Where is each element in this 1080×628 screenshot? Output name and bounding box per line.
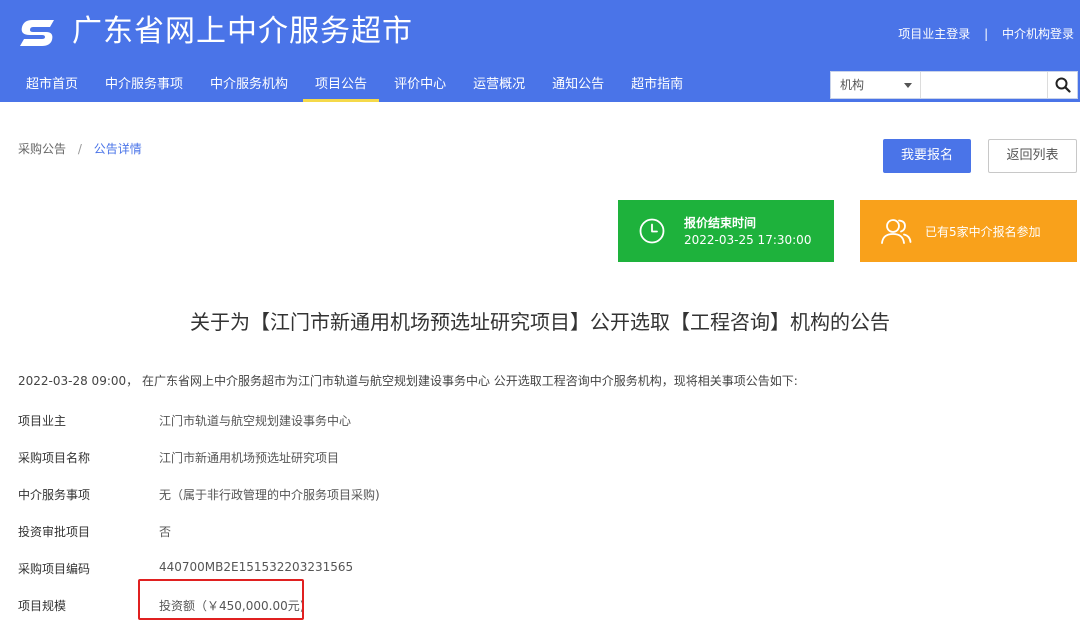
nav-item-project-notices[interactable]: 项目公告 bbox=[303, 70, 380, 102]
search-input[interactable] bbox=[922, 72, 1048, 98]
agency-login-link[interactable]: 中介机构登录 bbox=[1002, 25, 1074, 42]
field-label: 中介服务事项 bbox=[18, 488, 91, 502]
field-value: 江门市新通用机场预选址研究项目 bbox=[159, 451, 340, 465]
field-value: 江门市轨道与航空规划建设事务中心 bbox=[159, 414, 352, 428]
breadcrumb-current: 公告详情 bbox=[93, 142, 142, 156]
nav-item-home[interactable]: 超市首页 bbox=[14, 70, 90, 102]
search-type-value: 机构 bbox=[840, 78, 865, 92]
field-value: 440700MB2E151532203231565 bbox=[159, 560, 354, 574]
clock-icon bbox=[639, 218, 665, 244]
nav-item-guide[interactable]: 超市指南 bbox=[619, 70, 695, 102]
nav-item-evaluation[interactable]: 评价中心 bbox=[382, 70, 458, 102]
signup-count-text: 已有5家中介报名参加 bbox=[925, 225, 1041, 239]
search-type-select[interactable]: 机构 bbox=[831, 72, 921, 98]
field-label: 采购项目名称 bbox=[18, 451, 91, 465]
nav-item-operations[interactable]: 运营概况 bbox=[461, 70, 537, 102]
search-button[interactable] bbox=[1047, 72, 1077, 98]
search-bar: 机构 bbox=[830, 71, 1078, 99]
owner-login-link[interactable]: 项目业主登录 bbox=[898, 25, 970, 42]
deadline-card: 报价结束时间 2022-03-25 17:30:00 bbox=[618, 200, 834, 262]
nav-item-announcements[interactable]: 通知公告 bbox=[540, 70, 616, 102]
breadcrumb-separator: / bbox=[77, 142, 82, 156]
main-nav: 超市首页 中介服务事项 中介服务机构 项目公告 评价中心 运营概况 通知公告 超… bbox=[14, 70, 698, 102]
field-label: 项目业主 bbox=[18, 414, 67, 428]
breadcrumb: 采购公告 / 公告详情 bbox=[18, 140, 142, 157]
field-label: 项目规模 bbox=[18, 599, 67, 613]
signup-count-card: 已有5家中介报名参加 bbox=[860, 200, 1077, 262]
nav-item-agencies[interactable]: 中介服务机构 bbox=[198, 70, 300, 102]
top-links-separator: | bbox=[984, 27, 989, 41]
breadcrumb-parent[interactable]: 采购公告 bbox=[18, 142, 66, 156]
field-label: 投资审批项目 bbox=[18, 525, 91, 539]
notice-intro: 2022-03-28 09:00， 在广东省网上中介服务超市为江门市轨道与航空规… bbox=[18, 374, 798, 388]
chevron-down-icon bbox=[904, 83, 912, 88]
header: 广东省网上中介服务超市 项目业主登录 | 中介机构登录 超市首页 中介服务事项 … bbox=[0, 0, 1080, 102]
deadline-value: 2022-03-25 17:30:00 bbox=[684, 233, 812, 247]
page-title: 关于为【江门市新通用机场预选址研究项目】公开选取【工程咨询】机构的公告 bbox=[190, 310, 890, 334]
site-title[interactable]: 广东省网上中介服务超市 bbox=[72, 12, 413, 52]
field-value: 否 bbox=[159, 525, 172, 539]
back-to-list-button[interactable]: 返回列表 bbox=[988, 139, 1077, 173]
nav-item-service-items[interactable]: 中介服务事项 bbox=[93, 70, 195, 102]
field-value: 无（属于非行政管理的中介服务项目采购) bbox=[159, 488, 380, 502]
deadline-label: 报价结束时间 bbox=[684, 216, 757, 230]
signup-button[interactable]: 我要报名 bbox=[883, 139, 971, 173]
search-icon bbox=[1055, 77, 1071, 93]
site-logo-icon[interactable] bbox=[16, 14, 60, 50]
users-icon bbox=[881, 219, 912, 244]
top-links: 项目业主登录 | 中介机构登录 bbox=[898, 25, 1074, 42]
highlight-box bbox=[138, 579, 304, 620]
field-label: 采购项目编码 bbox=[18, 562, 91, 576]
